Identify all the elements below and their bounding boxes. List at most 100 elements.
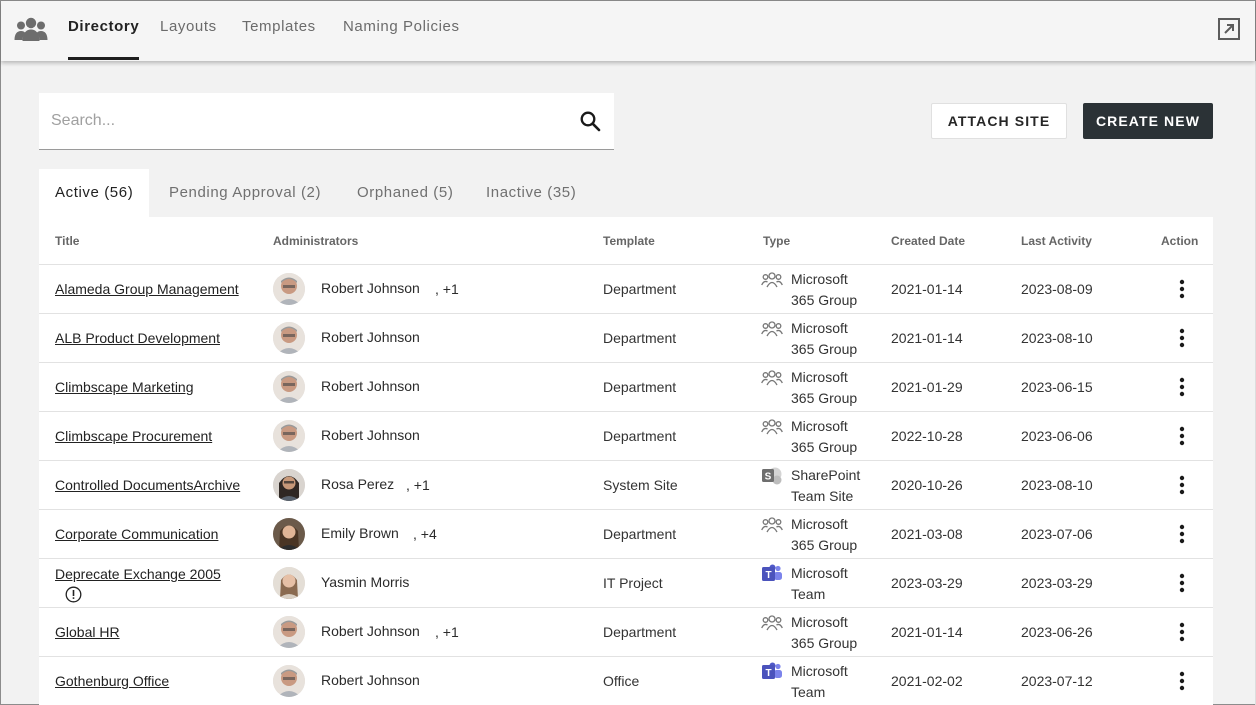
more-options-icon[interactable] bbox=[1175, 376, 1189, 398]
create-new-button[interactable]: CREATE NEW bbox=[1083, 103, 1213, 139]
site-title-link[interactable]: Alameda Group Management bbox=[55, 265, 255, 314]
template-name: Department bbox=[603, 624, 677, 640]
column-header-created-date[interactable]: Created Date bbox=[891, 234, 965, 248]
site-title-link[interactable]: Controlled Documents Archive bbox=[55, 461, 255, 510]
more-options-icon[interactable] bbox=[1175, 425, 1189, 447]
more-options-icon[interactable] bbox=[1175, 670, 1189, 692]
template-name: System Site bbox=[603, 477, 678, 493]
additional-admins-count[interactable]: , +1 bbox=[435, 624, 459, 640]
sites-table: Title Administrators Template Type Creat… bbox=[39, 217, 1213, 705]
site-title-link[interactable]: Deprecate Exchange 2005 bbox=[55, 559, 255, 608]
administrator-name: Rosa Perez bbox=[321, 476, 395, 492]
site-title-link[interactable]: Climbscape Procurement bbox=[55, 412, 255, 461]
column-header-title[interactable]: Title bbox=[55, 234, 79, 248]
administrator-name: Emily Brown bbox=[321, 525, 399, 541]
site-title-link[interactable]: ALB Product Development bbox=[55, 314, 255, 363]
site-type: Microsoft 365 Group bbox=[791, 318, 857, 360]
table-row[interactable]: Climbscape Marketing Robert Johnson Depa… bbox=[39, 363, 1213, 412]
tab-pending-approval[interactable]: Pending Approval (2) bbox=[153, 169, 337, 217]
last-activity-date: 2023-08-10 bbox=[1021, 477, 1093, 493]
table-row[interactable]: Gothenburg Office Robert Johnson Office … bbox=[39, 657, 1213, 705]
open-in-new-window-icon[interactable] bbox=[1217, 17, 1241, 41]
more-options-icon[interactable] bbox=[1175, 278, 1189, 300]
site-title-link[interactable]: Corporate Communication bbox=[55, 510, 255, 559]
site-type-line-2: 365 Group bbox=[791, 635, 858, 651]
search-input[interactable] bbox=[51, 107, 551, 135]
table-row[interactable]: Deprecate Exchange 2005 Yasmin Morris IT… bbox=[39, 559, 1213, 608]
additional-admins-count[interactable]: , +1 bbox=[406, 477, 430, 493]
top-navigation: Directory Layouts Templates Naming Polic… bbox=[1, 1, 1255, 61]
table-row[interactable]: Global HR Robert Johnson , +1 Department… bbox=[39, 608, 1213, 657]
search-icon[interactable] bbox=[579, 110, 601, 132]
site-type-line-1: Microsoft bbox=[791, 614, 848, 630]
tab-orphaned[interactable]: Orphaned (5) bbox=[341, 169, 469, 217]
created-date: 2023-03-29 bbox=[891, 575, 963, 591]
site-type-line-1: Microsoft bbox=[791, 565, 848, 581]
group-icon bbox=[761, 321, 783, 337]
site-type: Microsoft 365 Group bbox=[791, 612, 857, 654]
tab-directory[interactable]: Directory bbox=[68, 1, 140, 61]
site-title-link[interactable]: Global HR bbox=[55, 608, 255, 657]
site-type: Microsoft Team bbox=[791, 661, 848, 703]
warning-icon[interactable] bbox=[65, 586, 82, 603]
table-row[interactable]: Alameda Group Management Robert Johnson … bbox=[39, 265, 1213, 314]
more-options-icon[interactable] bbox=[1175, 327, 1189, 349]
tab-naming-policies[interactable]: Naming Policies bbox=[343, 1, 460, 61]
teams-icon: T bbox=[762, 564, 782, 581]
template-name: Department bbox=[603, 379, 677, 395]
table-row[interactable]: Controlled Documents Archive Rosa Perez ,… bbox=[39, 461, 1213, 510]
site-type-line-1: Microsoft bbox=[791, 369, 848, 385]
created-date: 2021-03-08 bbox=[891, 526, 963, 542]
group-icon bbox=[761, 615, 783, 631]
last-activity-date: 2023-08-09 bbox=[1021, 281, 1093, 297]
site-title-link[interactable]: Gothenburg Office bbox=[55, 657, 255, 705]
attach-site-button[interactable]: ATTACH SITE bbox=[931, 103, 1067, 139]
site-title-link[interactable]: Climbscape Marketing bbox=[55, 363, 255, 412]
svg-text:T: T bbox=[765, 570, 771, 581]
avatar bbox=[273, 665, 305, 697]
more-options-icon[interactable] bbox=[1175, 474, 1189, 496]
site-type-line-2: 365 Group bbox=[791, 341, 858, 357]
group-icon bbox=[761, 272, 783, 288]
site-type-line-2: 365 Group bbox=[791, 390, 858, 406]
table-row[interactable]: Climbscape Procurement Robert Johnson De… bbox=[39, 412, 1213, 461]
last-activity-date: 2023-06-26 bbox=[1021, 624, 1093, 640]
table-row[interactable]: ALB Product Development Robert Johnson D… bbox=[39, 314, 1213, 363]
more-options-icon[interactable] bbox=[1175, 523, 1189, 545]
table-row[interactable]: Corporate Communication Emily Brown , +4… bbox=[39, 510, 1213, 559]
teams-icon: T bbox=[762, 662, 782, 679]
site-type: Microsoft 365 Group bbox=[791, 416, 857, 458]
site-type-line-1: SharePoint bbox=[791, 467, 861, 483]
column-header-template[interactable]: Template bbox=[603, 234, 655, 248]
administrator-name: Robert Johnson bbox=[321, 623, 420, 639]
group-icon bbox=[761, 419, 783, 435]
template-name: Department bbox=[603, 526, 677, 542]
site-title-line-1: Controlled Documents bbox=[55, 477, 194, 493]
administrator-name: Robert Johnson bbox=[321, 280, 420, 296]
column-header-type[interactable]: Type bbox=[763, 234, 790, 248]
people-group-icon bbox=[14, 17, 48, 41]
template-name: Department bbox=[603, 281, 677, 297]
additional-admins-count[interactable]: , +4 bbox=[413, 526, 437, 542]
avatar bbox=[273, 567, 305, 599]
template-name: Department bbox=[603, 428, 677, 444]
tab-inactive[interactable]: Inactive (35) bbox=[470, 169, 592, 217]
administrator-name: Robert Johnson bbox=[321, 329, 420, 345]
column-header-administrators[interactable]: Administrators bbox=[273, 234, 358, 248]
more-options-icon[interactable] bbox=[1175, 572, 1189, 594]
last-activity-date: 2023-03-29 bbox=[1021, 575, 1093, 591]
tab-layouts[interactable]: Layouts bbox=[160, 1, 217, 61]
site-type-line-2: Team bbox=[791, 684, 826, 700]
additional-admins-count[interactable]: , +1 bbox=[435, 281, 459, 297]
template-name: Department bbox=[603, 330, 677, 346]
avatar bbox=[273, 616, 305, 648]
more-options-icon[interactable] bbox=[1175, 621, 1189, 643]
site-type-line-1: Microsoft bbox=[791, 663, 848, 679]
site-type-line-2: Team Site bbox=[791, 488, 854, 504]
svg-text:T: T bbox=[765, 668, 771, 679]
created-date: 2022-10-28 bbox=[891, 428, 963, 444]
tab-templates[interactable]: Templates bbox=[242, 1, 316, 61]
tab-active[interactable]: Active (56) bbox=[39, 169, 150, 217]
site-type-line-2: 365 Group bbox=[791, 292, 858, 308]
column-header-last-activity[interactable]: Last Activity bbox=[1021, 234, 1092, 248]
